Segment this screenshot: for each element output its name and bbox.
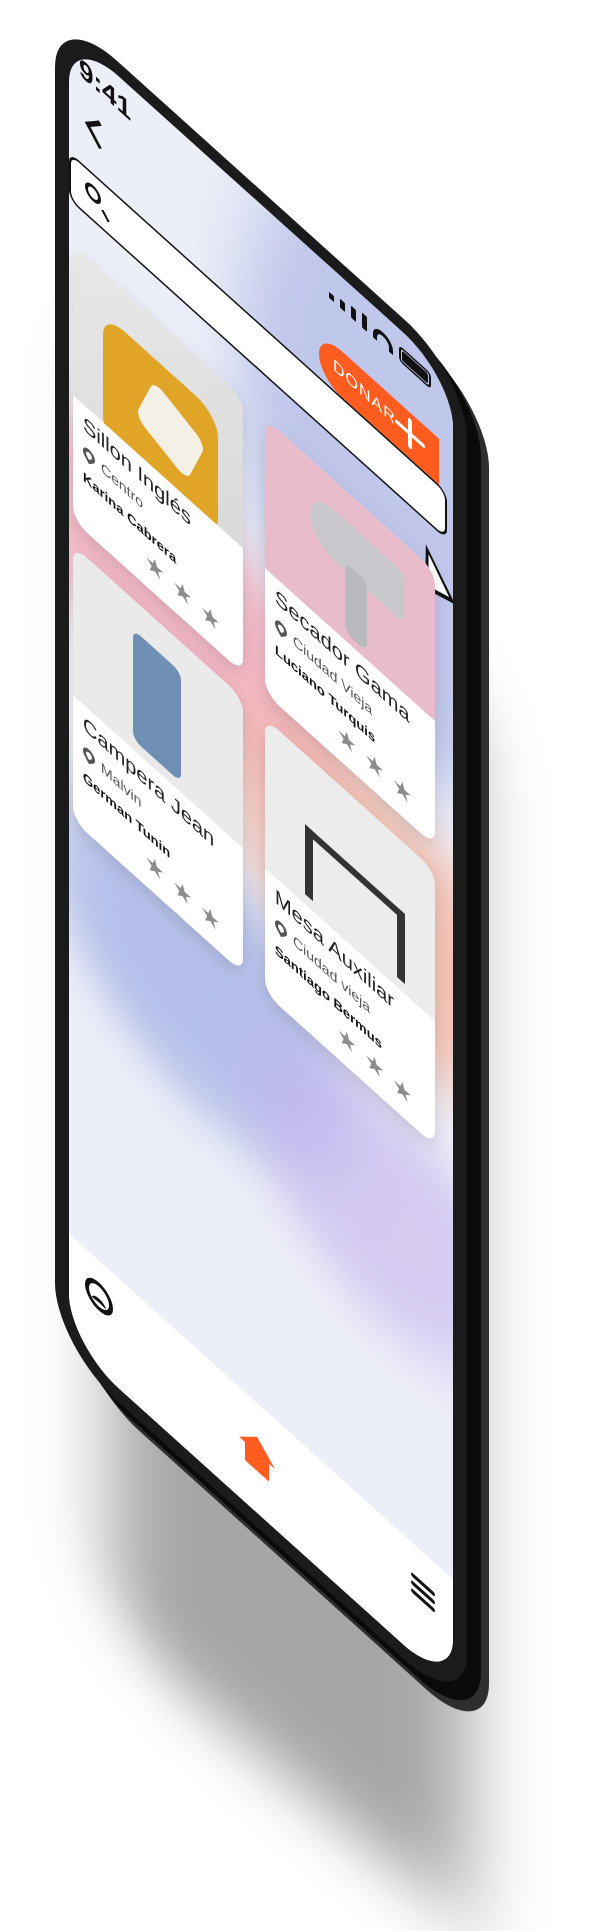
profile-icon[interactable]	[85, 1270, 113, 1324]
star-icon: ★	[392, 1068, 413, 1112]
home-icon[interactable]	[239, 1421, 275, 1489]
search-icon	[85, 178, 101, 209]
back-icon[interactable]	[81, 108, 114, 157]
pin-icon	[80, 447, 98, 465]
star-icon: ★	[364, 743, 385, 787]
star-icon: ★	[392, 768, 413, 812]
pin-icon	[272, 620, 290, 637]
pin-icon	[272, 920, 290, 937]
star-icon: ★	[200, 895, 221, 939]
star-icon: ★	[172, 871, 193, 914]
star-icon: ★	[172, 571, 193, 614]
menu-icon[interactable]	[411, 1571, 435, 1614]
star-icon: ★	[200, 595, 221, 639]
jacket-shape	[133, 629, 181, 783]
pin-icon	[80, 747, 98, 765]
